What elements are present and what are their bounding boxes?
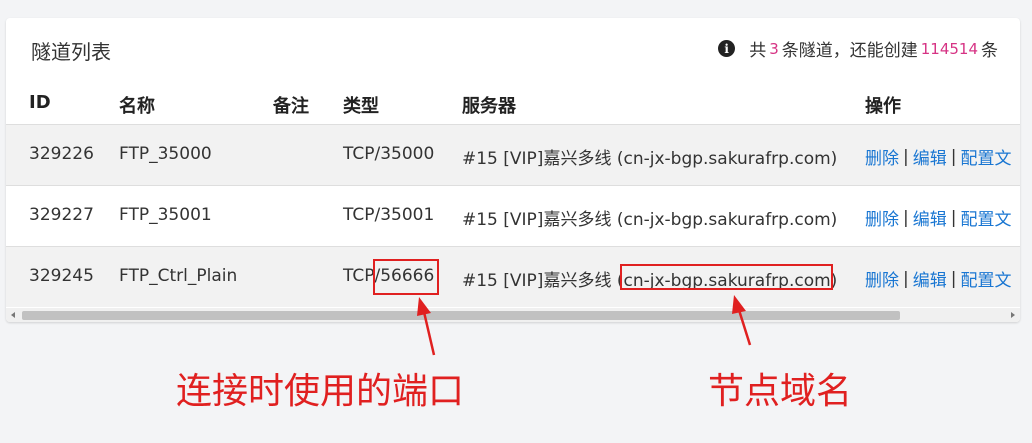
column-header-note[interactable]: 备注 (273, 92, 309, 118)
table-row: 329226 FTP_35000 TCP/35000 #15 [VIP]嘉兴多线… (6, 124, 1020, 185)
cell-name: FTP_Ctrl_Plain (119, 266, 238, 286)
tunnel-count: 3 (769, 39, 779, 58)
summary-middle: 条隧道，还能创建 (781, 41, 918, 61)
separator: | (903, 207, 909, 228)
port-highlight-box (373, 259, 439, 295)
cell-id: 329226 (29, 144, 94, 164)
delete-link[interactable]: 删除 (865, 144, 899, 169)
scroll-right-arrow-icon[interactable] (1011, 312, 1015, 318)
horizontal-scrollbar[interactable] (6, 308, 1020, 322)
summary-prefix: 共 (749, 41, 767, 61)
table-header: ID 名称 备注 类型 服务器 操作 (6, 80, 1020, 124)
port-annotation-label: 连接时使用的端口 (176, 371, 465, 412)
separator: | (950, 146, 957, 167)
cell-name: FTP_35000 (119, 144, 212, 164)
summary-suffix: 条 (981, 41, 998, 61)
cell-server: #15 [VIP]嘉兴多线 (cn-jx-bgp.sakurafrp.com) (462, 149, 838, 169)
cell-name: FTP_35001 (119, 205, 212, 225)
scrollbar-thumb[interactable] (22, 311, 900, 320)
info-icon: i (718, 40, 736, 57)
delete-link[interactable]: 删除 (865, 205, 899, 230)
edit-link[interactable]: 编辑 (913, 144, 947, 169)
cell-id: 329245 (29, 266, 94, 286)
remaining-count: 114514 (920, 39, 978, 58)
row-actions: 删除 | 编辑 | 配置文 (865, 144, 1011, 170)
edit-link[interactable]: 编辑 (913, 266, 947, 291)
separator: | (950, 268, 957, 289)
tunnel-summary: i 共 3 条隧道，还能创建 114514 条 (718, 36, 998, 61)
separator: | (903, 268, 909, 289)
table-row: 329245 FTP_Ctrl_Plain TCP/56666 #15 [VIP… (6, 246, 1020, 307)
column-header-server[interactable]: 服务器 (462, 92, 516, 118)
column-header-id[interactable]: ID (29, 92, 51, 113)
row-actions: 删除 | 编辑 | 配置文 (865, 205, 1011, 231)
column-header-name[interactable]: 名称 (119, 92, 155, 118)
config-link[interactable]: 配置文 (960, 266, 1011, 291)
separator: | (950, 207, 957, 228)
domain-highlight-box (620, 264, 833, 290)
card-title: 隧道列表 (31, 40, 111, 64)
cell-id: 329227 (29, 205, 94, 225)
delete-link[interactable]: 删除 (865, 266, 899, 291)
cell-server: #15 [VIP]嘉兴多线 (cn-jx-bgp.sakurafrp.com) (462, 210, 838, 230)
column-header-actions: 操作 (865, 96, 901, 117)
config-link[interactable]: 配置文 (960, 205, 1011, 230)
config-link[interactable]: 配置文 (960, 144, 1011, 169)
separator: | (903, 146, 909, 167)
row-actions: 删除 | 编辑 | 配置文 (865, 266, 1011, 292)
column-header-type[interactable]: 类型 (343, 92, 379, 118)
scroll-left-arrow-icon[interactable] (11, 312, 15, 318)
node-annotation-label: 节点域名 (708, 371, 853, 412)
tunnel-list-card: 隧道列表 i 共 3 条隧道，还能创建 114514 条 ID 名称 备注 类型… (6, 18, 1020, 322)
edit-link[interactable]: 编辑 (913, 205, 947, 230)
table-row: 329227 FTP_35001 TCP/35001 #15 [VIP]嘉兴多线… (6, 185, 1020, 246)
cell-type: TCP/35000 (343, 144, 435, 164)
cell-type: TCP/35001 (343, 205, 435, 225)
